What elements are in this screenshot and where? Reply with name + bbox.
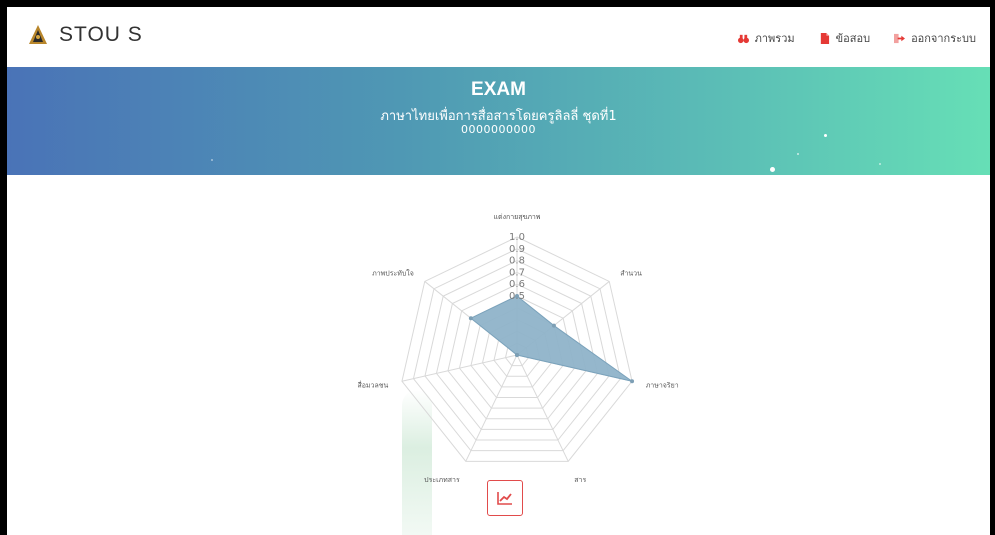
data-point	[551, 323, 556, 328]
category-label: สาร	[574, 476, 586, 484]
banner-code: 0000000000	[461, 123, 536, 136]
tick-label: 0.5	[509, 291, 525, 302]
brand[interactable]: STOU S	[27, 23, 143, 47]
main-content: 0.5 0.6 0.7 0.8 0.9 1.0 แต่งกายสุขภาพสำนวนภาษ…	[7, 175, 990, 535]
nav-item-overview[interactable]: ภาพรวม	[737, 29, 795, 47]
nav-item-label: ภาพรวม	[754, 32, 795, 45]
file-icon	[820, 32, 829, 44]
sparkle-dot	[770, 167, 775, 172]
exam-banner: EXAM ภาษาไทยเพื่อการสื่อสารโดยครูลิลลี่ …	[7, 67, 990, 175]
app-frame: STOU S ภาพรวม ข้อสอบ ออกจากระบบ EXAM ภาษ…	[7, 7, 990, 535]
sparkle-dot	[211, 159, 213, 161]
data-point	[515, 353, 519, 357]
banner-title: EXAM	[471, 79, 526, 100]
nav-menu: ภาพรวม ข้อสอบ ออกจากระบบ	[737, 29, 976, 47]
series-area	[469, 295, 633, 382]
radar-chart: 0.50.60.70.80.91.0 แต่งกายสุขภาพสำนวนภาษ…	[357, 213, 679, 484]
brand-name: STOU S	[59, 23, 143, 46]
chart-view-button[interactable]	[487, 480, 523, 516]
sparkle-dot	[797, 153, 799, 155]
tick-label: 0.7	[509, 267, 525, 278]
nav-item-label: ออกจากระบบ	[911, 32, 976, 45]
sign-out-icon	[894, 33, 906, 43]
category-label: ประเภทสาร	[424, 476, 460, 484]
university-logo-icon	[29, 25, 47, 44]
tick-label: 0.6	[509, 279, 525, 290]
category-label: ภาษาจริยา	[646, 381, 679, 389]
sparkle-dot	[879, 163, 881, 165]
data-point	[468, 316, 473, 321]
nav-item-label: ข้อสอบ	[835, 32, 871, 45]
nav-item-logout[interactable]: ออกจากระบบ	[894, 29, 976, 47]
tick-label: 1.0	[509, 232, 525, 243]
category-label: ภาพประทับใจ	[372, 269, 414, 278]
category-label: แต่งกายสุขภาพ	[494, 213, 541, 221]
binoculars-icon	[737, 34, 749, 43]
data-point	[630, 379, 635, 384]
tick-label: 0.8	[509, 256, 525, 267]
top-navbar: STOU S ภาพรวม ข้อสอบ ออกจากระบบ	[7, 7, 990, 68]
radar-series	[468, 294, 635, 384]
tick-label: 0.9	[509, 244, 525, 255]
radar-ticks: 0.50.60.70.80.91.0	[509, 232, 525, 302]
category-label: สื่อมวลชน	[357, 380, 388, 389]
category-label: สำนวน	[620, 270, 642, 278]
line-chart-icon	[497, 492, 512, 505]
nav-item-exam[interactable]: ข้อสอบ	[819, 29, 870, 47]
sparkle-dot	[824, 134, 827, 137]
